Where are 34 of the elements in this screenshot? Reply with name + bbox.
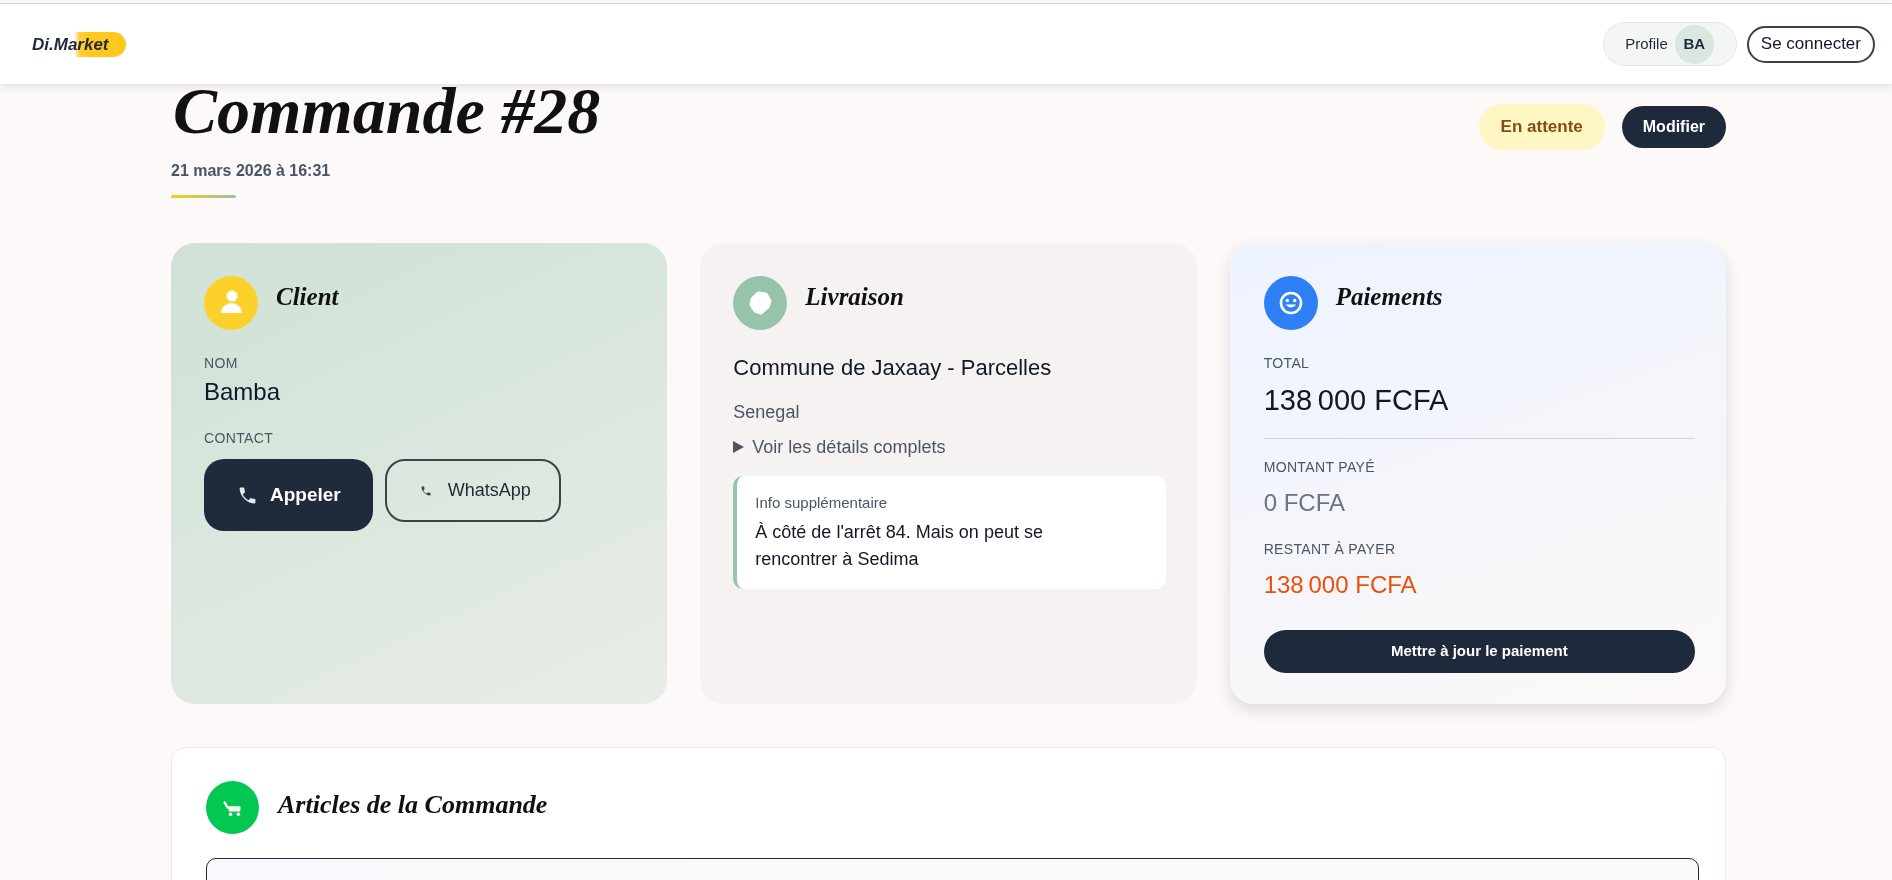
delivery-address: Commune de Jaxaay - Parcelles bbox=[733, 354, 1053, 382]
whatsapp-button[interactable]: WhatsApp bbox=[384, 459, 561, 522]
amount-value: 138 000 FCFA bbox=[1263, 570, 1418, 600]
avatar: BA bbox=[1674, 24, 1714, 64]
call-button[interactable]: Appeler bbox=[204, 459, 373, 531]
accent-bar bbox=[171, 195, 236, 198]
note-label: Info supplémentaire bbox=[755, 493, 889, 513]
status-badge: En attente bbox=[1478, 104, 1605, 150]
order-title: Commande #28 bbox=[172, 84, 601, 137]
user-icon bbox=[204, 276, 258, 330]
amount-value: 138 000 FCFA bbox=[1263, 383, 1450, 418]
update-payment-button[interactable]: Mettre à jour le paiement bbox=[1263, 630, 1695, 673]
order-date: 21 mars 2026 à 16:31 bbox=[171, 161, 332, 181]
amount-label: RESTANT À PAYER bbox=[1263, 540, 1397, 559]
map-shape-icon bbox=[733, 276, 788, 330]
field-label: CONTACT bbox=[204, 429, 275, 448]
field-label: NOM bbox=[204, 354, 239, 373]
profile-button[interactable]: Profile BA bbox=[1603, 22, 1737, 66]
login-button[interactable]: Se connecter bbox=[1746, 25, 1875, 63]
amount-label: TOTAL bbox=[1263, 354, 1311, 373]
phone-icon bbox=[419, 484, 432, 497]
amount-label: MONTANT PAYÉ bbox=[1263, 458, 1376, 477]
card-title: Client bbox=[276, 282, 339, 312]
note-text: À côté de l'arrêt 84. Mais on peut se rencontrer à Sedima bbox=[755, 521, 1044, 571]
card-title: Livraison bbox=[805, 282, 904, 312]
client-name: Bamba bbox=[204, 377, 282, 407]
delivery-country: Senegal bbox=[733, 401, 801, 424]
card-title: Paiements bbox=[1335, 282, 1443, 312]
amount-value: 0 FCFA bbox=[1263, 488, 1346, 518]
smiley-icon bbox=[1263, 276, 1318, 330]
cart-icon bbox=[206, 781, 259, 834]
card-title: Articles de la Commande bbox=[278, 788, 548, 821]
details-toggle[interactable]: Voir les détails complets bbox=[733, 434, 946, 460]
edit-button[interactable]: Modifier bbox=[1621, 106, 1726, 148]
